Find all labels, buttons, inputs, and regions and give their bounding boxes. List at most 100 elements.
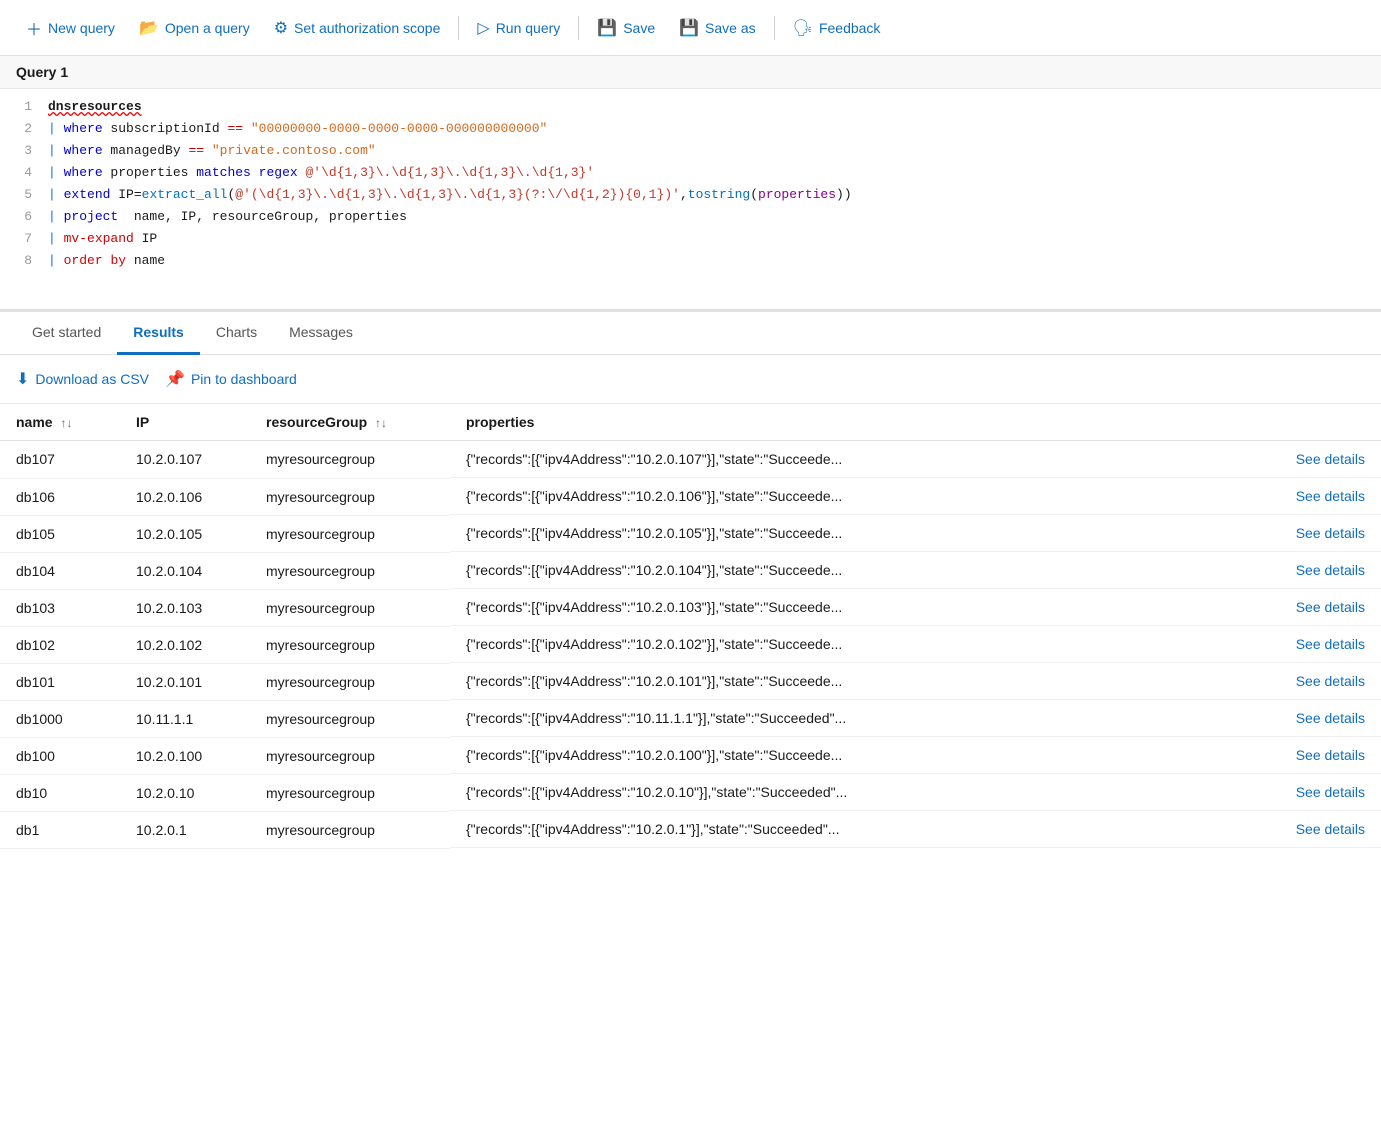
table-header-row: name ↑↓ IP resourceGroup ↑↓ properties	[0, 404, 1381, 441]
see-details-link[interactable]: See details	[1296, 784, 1365, 800]
see-details-link[interactable]: See details	[1296, 673, 1365, 689]
see-details-link[interactable]: See details	[1296, 710, 1365, 726]
table-row: db100010.11.1.1myresourcegroup{"records"…	[0, 700, 1381, 737]
cell-resourcegroup: myresourcegroup	[250, 626, 450, 663]
cell-name: db105	[0, 515, 120, 552]
tab-get-started[interactable]: Get started	[16, 312, 117, 355]
divider-1	[458, 16, 459, 40]
cell-ip: 10.11.1.1	[120, 700, 250, 737]
pin-icon: 📌	[165, 369, 185, 389]
line-num-7: 7	[0, 229, 48, 250]
cell-properties: {"records":[{"ipv4Address":"10.11.1.1"}]…	[450, 700, 1381, 737]
new-query-button[interactable]: ＋ New query	[16, 10, 125, 46]
table-row: db1010.2.0.10myresourcegroup{"records":[…	[0, 774, 1381, 811]
sort-icon-name: ↑↓	[60, 416, 72, 430]
code-line-3: 3 | where managedBy == "private.contoso.…	[0, 141, 1381, 163]
cell-name: db1	[0, 811, 120, 848]
cell-properties: {"records":[{"ipv4Address":"10.2.0.1"}],…	[450, 811, 1381, 848]
cell-resourcegroup: myresourcegroup	[250, 737, 450, 774]
pin-to-dashboard-button[interactable]: 📌 Pin to dashboard	[165, 365, 297, 393]
see-details-link[interactable]: See details	[1296, 525, 1365, 541]
see-details-link[interactable]: See details	[1296, 488, 1365, 504]
line-num-2: 2	[0, 119, 48, 140]
run-icon: ▷	[477, 18, 489, 38]
divider-3	[774, 16, 775, 40]
open-query-button[interactable]: 📂 Open a query	[129, 12, 260, 44]
see-details-link[interactable]: See details	[1296, 747, 1365, 763]
tabs-row: Get started Results Charts Messages	[0, 312, 1381, 355]
cell-resourcegroup: myresourcegroup	[250, 515, 450, 552]
code-line-7: 7 | mv-expand IP	[0, 229, 1381, 251]
table-row: db10210.2.0.102myresourcegroup{"records"…	[0, 626, 1381, 663]
feedback-button[interactable]: 🗣 Feedback	[783, 12, 891, 44]
run-query-button[interactable]: ▷ Run query	[467, 12, 570, 44]
cell-resourcegroup: myresourcegroup	[250, 552, 450, 589]
see-details-link[interactable]: See details	[1296, 599, 1365, 615]
cell-name: db102	[0, 626, 120, 663]
see-details-link[interactable]: See details	[1296, 451, 1365, 467]
tab-charts[interactable]: Charts	[200, 312, 273, 355]
cell-ip: 10.2.0.1	[120, 811, 250, 848]
line-content-7: | mv-expand IP	[48, 229, 1381, 250]
save-button[interactable]: 💾 Save	[587, 12, 665, 44]
download-csv-button[interactable]: ⬇ Download as CSV	[16, 365, 149, 393]
table-row: db10510.2.0.105myresourcegroup{"records"…	[0, 515, 1381, 552]
results-section: Get started Results Charts Messages ⬇ Do…	[0, 312, 1381, 849]
cell-resourcegroup: myresourcegroup	[250, 478, 450, 515]
folder-icon: 📂	[139, 18, 159, 38]
set-auth-button[interactable]: ⚙ Set authorization scope	[264, 12, 451, 44]
table-row: db10610.2.0.106myresourcegroup{"records"…	[0, 478, 1381, 515]
divider-2	[578, 16, 579, 40]
line-content-4: | where properties matches regex @'\d{1,…	[48, 163, 1381, 184]
line-num-8: 8	[0, 251, 48, 272]
cell-ip: 10.2.0.10	[120, 774, 250, 811]
toolbar: ＋ New query 📂 Open a query ⚙ Set authori…	[0, 0, 1381, 56]
cell-ip: 10.2.0.101	[120, 663, 250, 700]
tab-results[interactable]: Results	[117, 312, 200, 355]
cell-ip: 10.2.0.107	[120, 441, 250, 479]
save-as-button[interactable]: 💾 Save as	[669, 12, 766, 44]
download-icon: ⬇	[16, 369, 29, 389]
sort-icon-rg: ↑↓	[375, 416, 387, 430]
code-line-2: 2 | where subscriptionId == "00000000-00…	[0, 119, 1381, 141]
line-content-1: dnsresources	[48, 97, 1381, 118]
line-num-4: 4	[0, 163, 48, 184]
cell-properties: {"records":[{"ipv4Address":"10.2.0.102"}…	[450, 626, 1381, 663]
cell-name: db104	[0, 552, 120, 589]
cell-properties: {"records":[{"ipv4Address":"10.2.0.107"}…	[450, 441, 1381, 478]
table-row: db10110.2.0.101myresourcegroup{"records"…	[0, 663, 1381, 700]
table-body: db10710.2.0.107myresourcegroup{"records"…	[0, 441, 1381, 849]
code-line-6: 6 | project name, IP, resourceGroup, pro…	[0, 207, 1381, 229]
cell-ip: 10.2.0.106	[120, 478, 250, 515]
cell-resourcegroup: myresourcegroup	[250, 663, 450, 700]
line-content-6: | project name, IP, resourceGroup, prope…	[48, 207, 1381, 228]
col-header-resourcegroup[interactable]: resourceGroup ↑↓	[250, 404, 450, 441]
cell-name: db10	[0, 774, 120, 811]
action-bar: ⬇ Download as CSV 📌 Pin to dashboard	[0, 355, 1381, 404]
cell-ip: 10.2.0.105	[120, 515, 250, 552]
query-section: Query 1 1 dnsresources 2 | where subscri…	[0, 56, 1381, 312]
line-num-3: 3	[0, 141, 48, 162]
see-details-link[interactable]: See details	[1296, 636, 1365, 652]
line-content-5: | extend IP=extract_all(@'(\d{1,3}\.\d{1…	[48, 185, 1381, 206]
code-editor[interactable]: 1 dnsresources 2 | where subscriptionId …	[0, 89, 1381, 309]
cell-properties: {"records":[{"ipv4Address":"10.2.0.100"}…	[450, 737, 1381, 774]
cell-name: db103	[0, 589, 120, 626]
see-details-link[interactable]: See details	[1296, 821, 1365, 837]
col-header-ip: IP	[120, 404, 250, 441]
cell-ip: 10.2.0.104	[120, 552, 250, 589]
cell-properties: {"records":[{"ipv4Address":"10.2.0.104"}…	[450, 552, 1381, 589]
cell-name: db101	[0, 663, 120, 700]
col-header-properties: properties	[450, 404, 1381, 441]
feedback-icon: 🗣	[793, 18, 813, 38]
cell-resourcegroup: myresourcegroup	[250, 700, 450, 737]
save-as-icon: 💾	[679, 18, 699, 38]
see-details-link[interactable]: See details	[1296, 562, 1365, 578]
tab-messages[interactable]: Messages	[273, 312, 369, 355]
cell-properties: {"records":[{"ipv4Address":"10.2.0.105"}…	[450, 515, 1381, 552]
gear-icon: ⚙	[274, 18, 288, 38]
col-header-name[interactable]: name ↑↓	[0, 404, 120, 441]
cell-resourcegroup: myresourcegroup	[250, 589, 450, 626]
results-table: name ↑↓ IP resourceGroup ↑↓ properties d…	[0, 404, 1381, 849]
line-num-5: 5	[0, 185, 48, 206]
